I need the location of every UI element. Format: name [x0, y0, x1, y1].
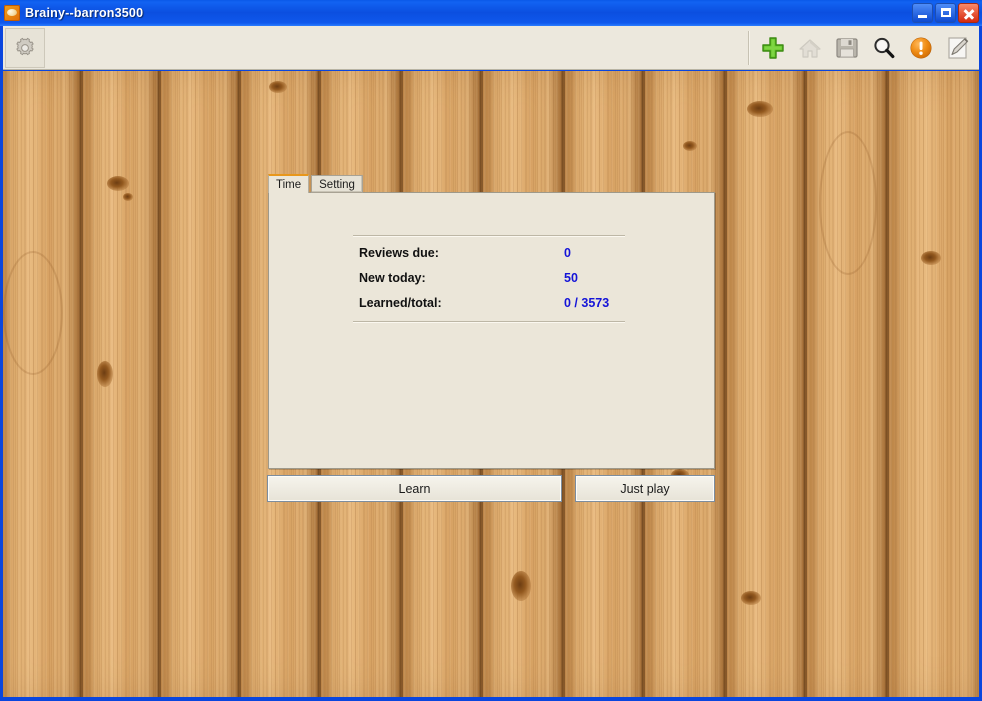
stats-list: Reviews due: 0 New today: 50 Learned/tot… — [359, 246, 609, 321]
stat-value: 0 / 3573 — [564, 296, 609, 310]
window-title: Brainy--barron3500 — [25, 6, 143, 20]
edit-icon — [944, 34, 972, 62]
add-button[interactable] — [756, 30, 790, 66]
tab-time[interactable]: Time — [268, 174, 309, 193]
stat-label: New today: — [359, 271, 564, 285]
wood-plank — [159, 71, 239, 697]
toolbar — [3, 26, 979, 70]
stat-value: 50 — [564, 271, 578, 285]
action-buttons: Learn Just play — [267, 475, 715, 502]
brain-icon — [4, 5, 20, 21]
stat-value: 0 — [564, 246, 571, 260]
maximize-button[interactable] — [935, 3, 956, 23]
stats-panel: Reviews due: 0 New today: 50 Learned/tot… — [268, 192, 715, 469]
gear-icon — [13, 36, 37, 60]
search-button[interactable] — [867, 30, 901, 66]
application-window: Brainy--barron3500 — [0, 0, 982, 701]
add-icon — [759, 34, 787, 62]
warning-button[interactable] — [904, 30, 938, 66]
wood-plank — [887, 71, 979, 697]
close-button[interactable] — [958, 3, 979, 23]
title-bar: Brainy--barron3500 — [0, 0, 982, 26]
home-button — [793, 30, 827, 66]
wood-plank — [725, 71, 805, 697]
settings-button[interactable] — [5, 28, 45, 68]
wood-plank — [3, 71, 81, 697]
learn-button[interactable]: Learn — [267, 475, 562, 502]
separator-top — [353, 235, 625, 237]
stat-label: Learned/total: — [359, 296, 564, 310]
stat-row: Reviews due: 0 — [359, 246, 609, 271]
separator-bottom — [353, 321, 625, 323]
wood-plank — [805, 71, 887, 697]
toolbar-actions — [756, 30, 975, 66]
just-play-button[interactable]: Just play — [575, 475, 715, 502]
stat-row: Learned/total: 0 / 3573 — [359, 296, 609, 321]
tab-bar: Time Setting — [268, 174, 363, 193]
wood-plank — [81, 71, 159, 697]
tab-setting[interactable]: Setting — [311, 175, 363, 193]
wood-background: Time Setting Reviews due: 0 New today: 5… — [3, 71, 979, 697]
save-button[interactable] — [830, 30, 864, 66]
toolbar-separator — [748, 31, 750, 65]
minimize-button[interactable] — [912, 3, 933, 23]
warning-icon — [907, 34, 935, 62]
search-icon — [870, 34, 898, 62]
stat-row: New today: 50 — [359, 271, 609, 296]
stat-label: Reviews due: — [359, 246, 564, 260]
window-controls — [912, 3, 979, 23]
save-icon — [833, 34, 861, 62]
home-icon — [796, 34, 824, 62]
edit-button[interactable] — [941, 30, 975, 66]
